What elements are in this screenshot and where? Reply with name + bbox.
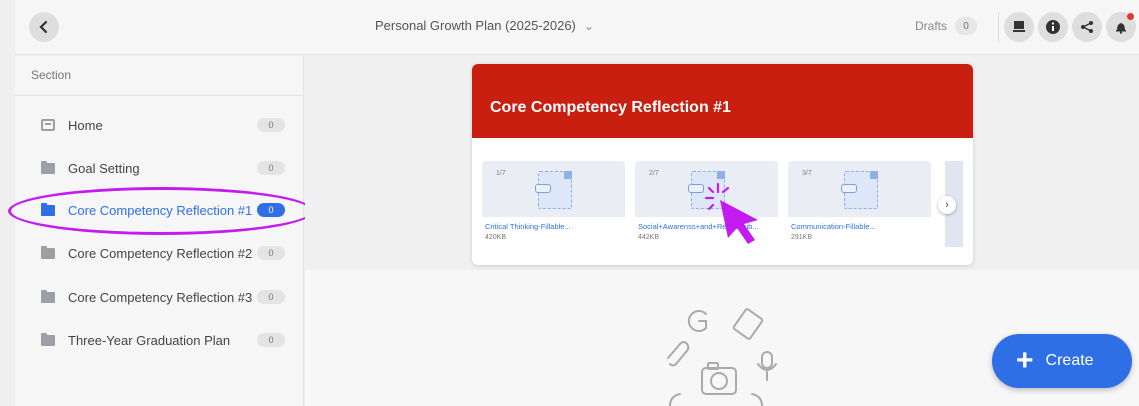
- sidebar-item-home[interactable]: Home 0: [15, 105, 304, 145]
- carousel-next-button[interactable]: ›: [938, 196, 956, 214]
- item-count-badge: 0: [257, 246, 285, 260]
- drafts-count-badge: 0: [955, 17, 978, 35]
- file-size: 420KB: [485, 234, 507, 241]
- sidebar-item-label: Three-Year Graduation Plan: [68, 332, 231, 348]
- sidebar-item-label: Core Competency Reflection #2: [68, 245, 253, 261]
- sidebar-item-label: Core Competency Reflection #3: [68, 289, 253, 305]
- presentation-button[interactable]: [1004, 12, 1034, 42]
- file-size: 291KB: [791, 234, 813, 241]
- home-icon: [41, 119, 55, 131]
- empty-state-illustration: [667, 308, 777, 406]
- back-button[interactable]: [29, 12, 59, 42]
- file-index: 2/7: [649, 170, 659, 177]
- file-thumbnail[interactable]: 1/7 Critical Thinking-Fillable... 420KB: [482, 161, 625, 247]
- sidebar-header: Section: [15, 56, 303, 96]
- drafts-label: Drafts: [915, 19, 948, 33]
- sidebar-item-core-competency-3[interactable]: Core Competency Reflection #3 0: [15, 277, 304, 317]
- folder-icon: [41, 160, 55, 174]
- document-icon: [535, 171, 572, 209]
- bell-icon: [1116, 23, 1126, 34]
- info-button[interactable]: [1038, 12, 1068, 42]
- notification-dot: [1127, 13, 1134, 20]
- plan-title: Personal Growth Plan (2025-2026): [375, 18, 576, 33]
- item-count-badge: 0: [257, 118, 285, 132]
- file-index: 1/7: [496, 170, 506, 177]
- share-icon: [1081, 21, 1093, 33]
- folder-icon: [41, 332, 55, 346]
- card-title: Core Competency Reflection #1: [472, 64, 973, 138]
- file-thumbnail[interactable]: 3/7 Communication-Fillable... 291KB: [788, 161, 931, 247]
- chevron-down-icon: ⌄: [583, 18, 594, 33]
- drafts-button[interactable]: Drafts 0: [915, 17, 978, 35]
- create-label: Create: [1045, 352, 1094, 369]
- item-count-badge: 0: [257, 290, 285, 304]
- item-count-badge: 0: [257, 161, 285, 175]
- file-index: 3/7: [802, 170, 812, 177]
- sidebar-item-graduation-plan[interactable]: Three-Year Graduation Plan 0: [15, 320, 304, 360]
- folder-icon: [41, 245, 55, 259]
- file-name: Communication-Fillable...: [791, 222, 876, 231]
- item-count-badge: 0: [257, 333, 285, 347]
- info-icon: [1046, 20, 1060, 34]
- plus-icon: +: [1016, 344, 1034, 377]
- click-cursor-icon: [704, 182, 758, 244]
- divider: [998, 12, 999, 42]
- file-preview: 3/7: [788, 161, 931, 217]
- file-name: Critical Thinking-Fillable...: [485, 222, 571, 231]
- sidebar-item-label: Goal Setting: [68, 160, 140, 176]
- chevron-right-icon: ›: [945, 199, 949, 211]
- plan-title-dropdown[interactable]: Personal Growth Plan (2025-2026) ⌄: [375, 18, 594, 33]
- create-button[interactable]: + Create: [992, 334, 1132, 388]
- top-bar: Personal Growth Plan (2025-2026) ⌄ Draft…: [15, 0, 1139, 55]
- sidebar-item-label: Home: [68, 117, 103, 133]
- sidebar-item-core-competency-2[interactable]: Core Competency Reflection #2 0: [15, 233, 304, 273]
- presentation-icon: [1013, 21, 1025, 32]
- notifications-button[interactable]: [1106, 12, 1136, 42]
- share-button[interactable]: [1072, 12, 1102, 42]
- file-preview: 1/7: [482, 161, 625, 217]
- chevron-left-icon: [39, 20, 48, 34]
- sidebar-item-goal-setting[interactable]: Goal Setting 0: [15, 148, 304, 188]
- document-icon: [841, 171, 878, 209]
- highlight-ellipse-annotation: [8, 187, 314, 235]
- folder-icon: [41, 289, 55, 303]
